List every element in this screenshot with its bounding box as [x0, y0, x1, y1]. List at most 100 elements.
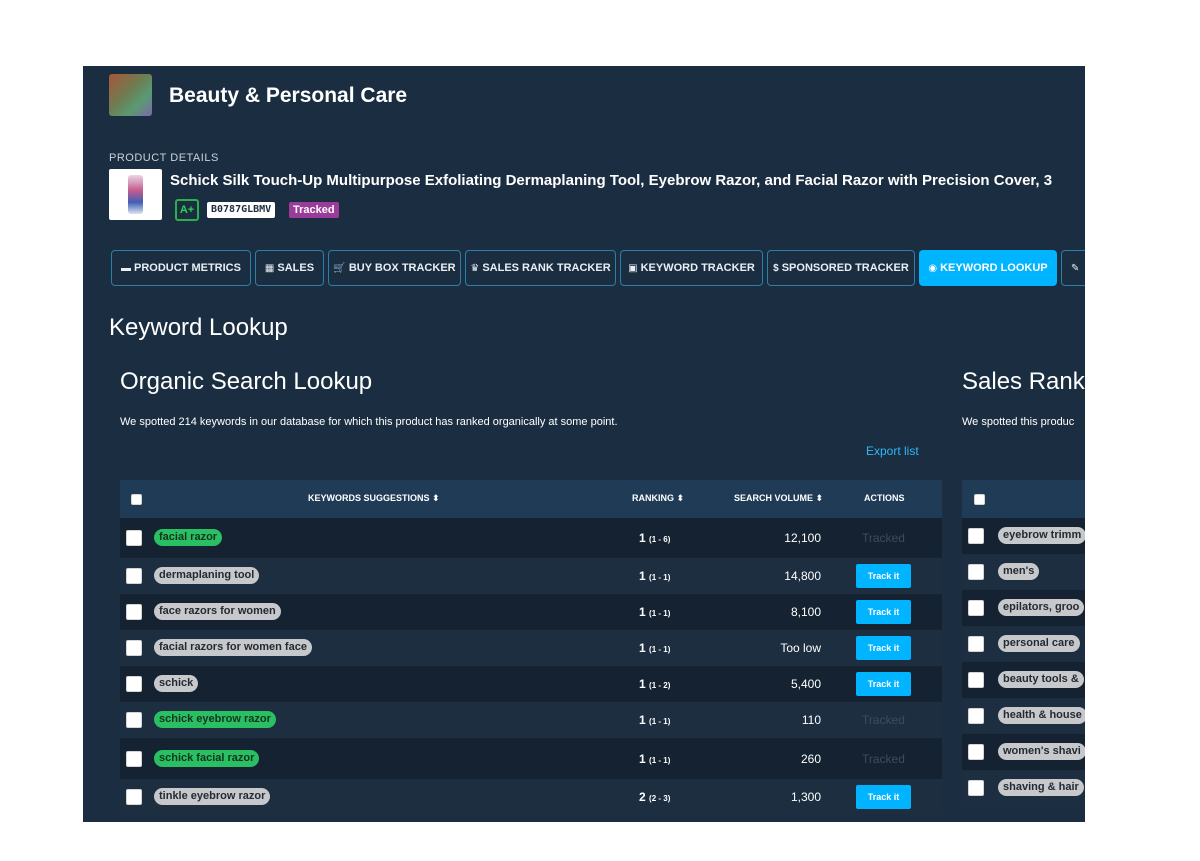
column-header-search-volume[interactable]: SEARCH VOLUME ⬍ — [734, 493, 823, 504]
keyword-pill: face razors for women — [154, 603, 281, 620]
tab-label: SALES — [277, 262, 315, 274]
row-checkbox[interactable] — [968, 528, 984, 544]
rank-number: 1 — [639, 713, 646, 727]
category-title: Beauty & Personal Care — [169, 84, 408, 107]
table-row: schick eyebrow razor 1 (1 - 1) 110 Tracked — [120, 702, 942, 738]
tracked-label: Tracked — [862, 752, 905, 766]
page-title: Keyword Lookup — [109, 314, 288, 341]
rank-number: 1 — [639, 531, 646, 545]
keyword-pill: schick — [154, 675, 199, 692]
track-it-button[interactable]: Track it — [856, 672, 911, 696]
row-checkbox[interactable] — [968, 672, 984, 688]
track-it-button[interactable]: Track it — [856, 600, 911, 624]
cart-icon: 🛒 — [333, 262, 346, 274]
tab-label: SPONSORED TRACKER — [781, 262, 909, 274]
category-pill: epilators, groo — [998, 599, 1085, 616]
table-row: facial razors for women face 1 (1 - 1) Too… — [120, 630, 942, 666]
tab-sales-rank-tracker[interactable]: ♛ SALES RANK TRACKER — [465, 250, 616, 286]
keyword-pill: facial razors for women face — [154, 639, 312, 656]
tab-label: PRODUCT METRICS — [134, 262, 241, 274]
money-icon: ▦ — [264, 262, 275, 274]
keyword-pill: facial razor — [154, 529, 223, 546]
keyword-pill: schick eyebrow razor — [154, 711, 276, 728]
keyword-pill: dermaplaning tool — [154, 567, 260, 584]
search-volume-value: 8,100 — [790, 605, 821, 619]
search-volume-value: 5,400 — [790, 677, 821, 691]
track-it-button[interactable]: Track it — [856, 564, 911, 588]
row-checkbox[interactable] — [126, 530, 142, 546]
export-list-link[interactable]: Export list — [866, 444, 919, 458]
rank-range: (1 - 1) — [649, 609, 671, 618]
ranking-value: 2 (2 - 3) — [639, 790, 670, 804]
search-volume-value: 14,800 — [784, 569, 821, 583]
row-checkbox[interactable] — [126, 640, 142, 656]
tab-product-metrics[interactable]: ▬ PRODUCT METRICS — [111, 250, 251, 286]
row-checkbox[interactable] — [126, 789, 142, 805]
table-header: KEYWORDS SUGGESTIONS ⬍ RANKING ⬍ SEARCH … — [120, 480, 942, 518]
tab-label: SALES RANK TRACKER — [482, 262, 611, 274]
tab-label: BUY BOX TRACKER — [348, 262, 456, 274]
rank-number: 1 — [639, 752, 646, 766]
row-checkbox[interactable] — [126, 568, 142, 584]
rank-number: 1 — [639, 605, 646, 619]
rank-range: (1 - 1) — [649, 645, 671, 654]
row-checkbox[interactable] — [968, 564, 984, 580]
rank-range: (1 - 2) — [649, 681, 671, 690]
tab-buy-box-tracker[interactable]: 🛒 BUY BOX TRACKER — [328, 250, 461, 286]
row-checkbox[interactable] — [968, 600, 984, 616]
tab-sponsored-tracker[interactable]: $ SPONSORED TRACKER — [767, 250, 915, 286]
keyword-table: KEYWORDS SUGGESTIONS ⬍ RANKING ⬍ SEARCH … — [120, 480, 942, 815]
tab-keyword-lookup[interactable]: ◉ KEYWORD LOOKUP — [919, 250, 1057, 286]
table-row: beauty tools & — [962, 662, 1085, 698]
ranking-value: 1 (1 - 6) — [639, 531, 670, 545]
row-checkbox[interactable] — [968, 708, 984, 724]
category-pill: personal care — [998, 635, 1080, 652]
row-checkbox[interactable] — [968, 744, 984, 760]
select-all-checkbox[interactable] — [974, 494, 985, 505]
table-row: men's — [962, 554, 1085, 590]
product-details-label: PRODUCT DETAILS — [109, 152, 219, 164]
product-image — [109, 169, 162, 220]
chart-icon: ▬ — [121, 262, 132, 274]
column-header-ranking[interactable]: RANKING ⬍ — [632, 493, 684, 504]
tab-tools[interactable]: ✎ — [1061, 250, 1085, 286]
table-row: facial razor 1 (1 - 6) 12,100 Tracked — [120, 518, 942, 558]
tab-sales[interactable]: ▦ SALES — [255, 250, 324, 286]
wrench-icon: ✎ — [1071, 262, 1080, 274]
category-pill: health & house — [998, 707, 1085, 724]
grade-badge: A+ — [175, 199, 199, 221]
table-body: eyebrow trimm men's epilators, groo persona… — [962, 518, 1085, 806]
row-checkbox[interactable] — [126, 751, 142, 767]
ranking-value: 1 (1 - 1) — [639, 641, 670, 655]
table-row: tinkle eyebrow razor 2 (2 - 3) 1,300 Track … — [120, 779, 942, 815]
table-row: shaving & hair — [962, 770, 1085, 806]
table-row: epilators, groo — [962, 590, 1085, 626]
track-it-button[interactable]: Track it — [856, 785, 911, 809]
rank-number: 2 — [639, 790, 646, 804]
row-checkbox[interactable] — [126, 712, 142, 728]
track-it-button[interactable]: Track it — [856, 636, 911, 660]
category-pill: women's shavi — [998, 743, 1085, 760]
select-all-checkbox[interactable] — [131, 494, 142, 505]
product-title: Schick Silk Touch-Up Multipurpose Exfoli… — [170, 172, 1053, 189]
ranking-value: 1 (1 - 1) — [639, 752, 670, 766]
rank-range: (1 - 1) — [649, 573, 671, 582]
column-header-keywords[interactable]: KEYWORDS SUGGESTIONS ⬍ — [308, 493, 440, 504]
row-checkbox[interactable] — [126, 676, 142, 692]
table-row: schick 1 (1 - 2) 5,400 Track it — [120, 666, 942, 702]
row-checkbox[interactable] — [968, 636, 984, 652]
ranking-value: 1 (1 - 1) — [639, 713, 670, 727]
sales-rank-table: eyebrow trimm men's epilators, groo persona… — [962, 480, 1085, 806]
trophy-icon: ♛ — [470, 262, 480, 274]
ranking-value: 1 (1 - 2) — [639, 677, 670, 691]
row-checkbox[interactable] — [126, 604, 142, 620]
table-header — [962, 480, 1085, 518]
rank-range: (2 - 3) — [649, 794, 671, 803]
ranking-value: 1 (1 - 1) — [639, 605, 670, 619]
row-checkbox[interactable] — [968, 780, 984, 796]
keyword-pill: tinkle eyebrow razor — [154, 788, 271, 805]
sales-rank-title: Sales Rank L — [962, 368, 1085, 395]
asin-badge: B0787GLBMV — [207, 202, 276, 218]
tab-keyword-tracker[interactable]: ▣ KEYWORD TRACKER — [620, 250, 763, 286]
tab-label: KEYWORD TRACKER — [640, 262, 755, 274]
